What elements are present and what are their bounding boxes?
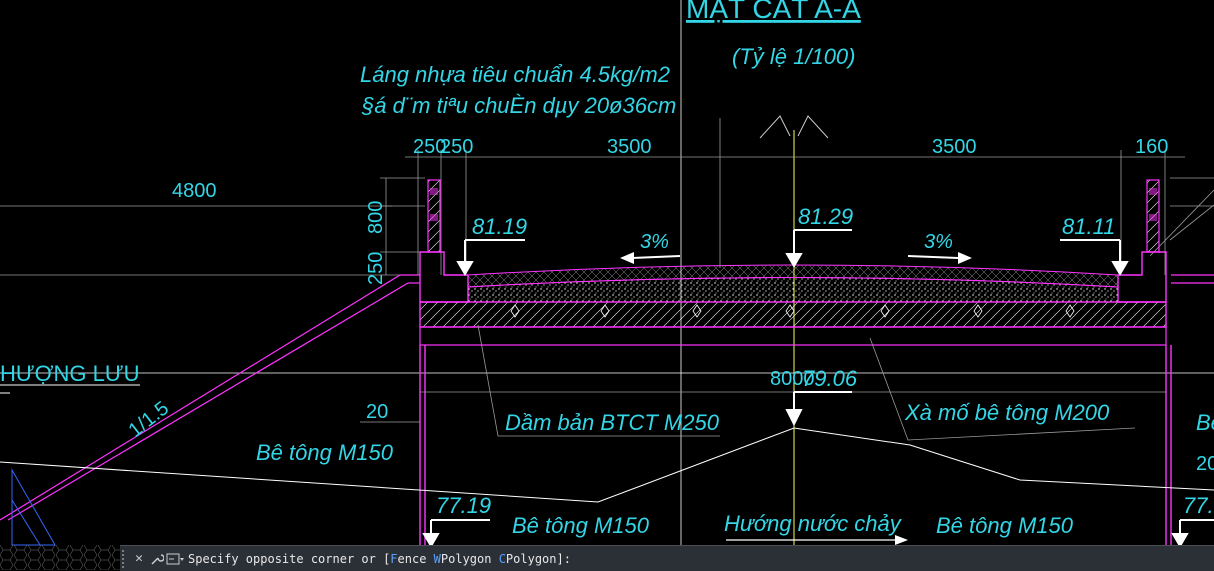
dim-250-vert: 250 — [365, 252, 387, 285]
right-parapet — [1146, 179, 1160, 253]
option-fence-rest[interactable]: ence — [398, 552, 434, 566]
cad-drawing-canvas[interactable]: MẶT CẮT A-A (Tỷ lệ 1/100) Láng nhựa tiêu… — [0, 0, 1214, 570]
elevation-marker-bottom-right — [1171, 519, 1214, 548]
slope-arrow-right — [907, 252, 972, 264]
dim-800: 800 — [365, 201, 387, 234]
elevation-marker-right — [1060, 239, 1129, 276]
label-concrete-right: Bê tông M150 — [936, 513, 1074, 538]
option-fence-key[interactable]: F — [390, 552, 397, 566]
slope-arrow-left — [620, 252, 681, 264]
abutment-beam — [419, 326, 1167, 346]
dim-3500-left: 3500 — [607, 136, 652, 158]
dim-3500-right: 3500 — [932, 136, 977, 158]
elevation-left: 81.19 — [472, 214, 527, 239]
label-abutment: Xà mố bê tông M200 — [904, 400, 1110, 425]
flow-arrow — [726, 535, 908, 545]
drag-handle[interactable] — [122, 549, 130, 568]
option-wpolygon-rest[interactable]: Polygon — [441, 552, 499, 566]
dim-20-left: 20 — [366, 401, 388, 423]
label-beam: Dầm bản BTCT M250 — [505, 410, 720, 435]
label-flow: Hướng nước chảy — [724, 511, 903, 536]
elevation-beam: 79.06 — [802, 366, 858, 391]
wrench-icon[interactable] — [148, 549, 166, 569]
slope-left-label: 3% — [640, 231, 669, 253]
prompt-text-before: Specify opposite corner or [ — [188, 551, 391, 566]
slope-right-label: 3% — [924, 231, 953, 253]
bridge-slab — [419, 301, 1167, 328]
upstream-label: HƯỢNG LƯU — [0, 361, 140, 386]
left-parapet — [427, 179, 441, 253]
option-cpolygon-rest[interactable]: Polygon — [506, 552, 557, 566]
right-cut-be: Bê — [1196, 410, 1214, 435]
elevation-marker-center — [785, 229, 852, 268]
note-gravel: §á d¨m tiªu chuÈn dµy 20ø36cm — [361, 93, 676, 118]
option-cpolygon-key[interactable]: C — [499, 552, 506, 566]
option-wpolygon-key[interactable]: W — [434, 552, 441, 566]
dim-4800: 4800 — [172, 180, 217, 202]
right-curb — [1117, 251, 1167, 303]
command-line-bar[interactable]: ✕ Specify opposite corner or [Fence WPol… — [120, 545, 1214, 571]
left-curb — [419, 251, 469, 303]
section-title: MẶT CẮT A-A — [686, 0, 861, 24]
elevation-marker-left — [456, 239, 525, 276]
command-prompt-text: Specify opposite corner or [Fence WPolyg… — [188, 552, 571, 566]
prompt-text-after: ]: — [556, 551, 571, 566]
label-concrete-mid: Bê tông M150 — [512, 513, 650, 538]
dim-250-left: 250 — [440, 136, 473, 158]
label-concrete-left: Bê tông M150 — [256, 440, 394, 465]
elevation-marker-bottom-left — [422, 519, 490, 548]
elevation-center: 81.29 — [798, 204, 853, 229]
dim-160: 160 — [1135, 136, 1168, 158]
slope-ratio: 1/1.5 — [125, 397, 174, 442]
close-icon[interactable]: ✕ — [130, 549, 148, 569]
elevation-marker-beam — [785, 391, 852, 427]
command-prompt-icon[interactable] — [166, 549, 184, 569]
elevation-bottom-left: 77.19 — [436, 493, 491, 518]
note-asphalt: Láng nhựa tiêu chuẩn 4.5kg/m2 — [360, 62, 670, 87]
elevation-right: 81.11 — [1062, 214, 1115, 239]
right-cut-77: 77. — [1183, 493, 1214, 518]
riverbed-line — [0, 427, 1214, 503]
blue-section-marker — [11, 468, 56, 546]
right-cut-20: 20 — [1196, 453, 1214, 475]
section-scale: (Tỷ lệ 1/100) — [732, 44, 856, 69]
